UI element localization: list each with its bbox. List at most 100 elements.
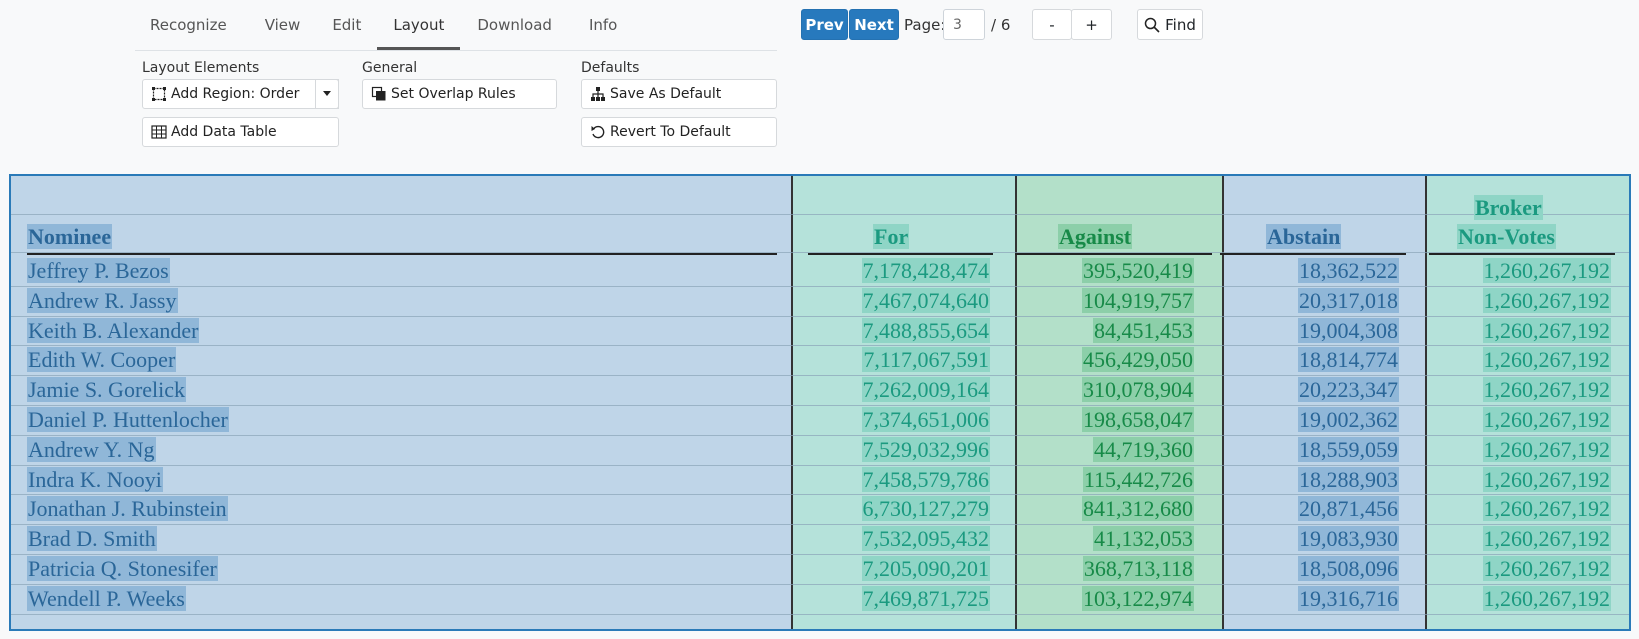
table-cell-abstain: 18,362,522: [1298, 258, 1399, 283]
table-cell-against: 103,122,974: [1082, 586, 1194, 611]
zoom-out-button[interactable]: -: [1032, 9, 1072, 40]
table-cell-for: 7,117,067,591: [862, 347, 990, 372]
table-cell-abstain: 20,317,018: [1298, 288, 1399, 313]
header-rule-nominee: [27, 253, 777, 255]
add-region-button[interactable]: Add Region: Order: [142, 79, 339, 109]
table-cell-broker: 1,260,267,192: [1482, 347, 1611, 372]
revert-to-default-label: Revert To Default: [610, 124, 731, 140]
row-guide-line: [11, 375, 1629, 376]
row-guide-line: [11, 345, 1629, 346]
table-cell-nominee: Andrew R. Jassy: [27, 288, 178, 313]
sitemap-icon: [591, 87, 605, 101]
row-guide-line: [11, 554, 1629, 555]
find-label: Find: [1165, 15, 1196, 34]
find-button[interactable]: Find: [1137, 9, 1203, 40]
table-cell-abstain: 20,871,456: [1298, 496, 1399, 521]
row-guide-line: [11, 405, 1629, 406]
row-guide-line: [11, 584, 1629, 585]
group-label-defaults: Defaults: [581, 60, 640, 76]
set-overlap-rules-button[interactable]: Set Overlap Rules: [362, 79, 557, 109]
table-cell-for: 7,205,090,201: [861, 556, 990, 581]
row-guide-line: [11, 316, 1629, 317]
table-cell-broker: 1,260,267,192: [1482, 467, 1611, 492]
table-cell-against: 456,429,050: [1082, 347, 1194, 372]
revert-to-default-button[interactable]: Revert To Default: [581, 117, 777, 147]
group-label-layout-elements: Layout Elements: [142, 60, 260, 76]
header-broker: Broker: [1474, 195, 1543, 220]
add-data-table-button[interactable]: Add Data Table: [142, 117, 339, 147]
next-page-button[interactable]: Next: [849, 9, 899, 40]
row-guide-line: [11, 494, 1629, 495]
table-cell-nominee: Andrew Y. Ng: [27, 437, 156, 462]
table-cell-abstain: 19,004,308: [1298, 318, 1399, 343]
table-cell-against: 115,442,726: [1082, 467, 1194, 492]
table-cell-abstain: 20,223,347: [1298, 377, 1399, 402]
table-cell-nominee: Keith B. Alexander: [27, 318, 200, 343]
table-cell-nominee: Jeffrey P. Bezos: [27, 258, 170, 283]
tab-recognize[interactable]: Recognize: [150, 0, 227, 50]
table-cell-against: 41,132,053: [1093, 526, 1194, 551]
add-data-table-label: Add Data Table: [171, 124, 277, 140]
search-icon: [1144, 17, 1160, 33]
header-for: For: [873, 224, 910, 249]
row-guide-line: [11, 614, 1629, 615]
tab-download[interactable]: Download: [477, 0, 552, 50]
table-cell-broker: 1,260,267,192: [1482, 496, 1611, 521]
table-cell-broker: 1,260,267,192: [1482, 318, 1611, 343]
save-as-default-button[interactable]: Save As Default: [581, 79, 777, 109]
table-cell-broker: 1,260,267,192: [1482, 377, 1611, 402]
table-cell-abstain: 18,288,903: [1298, 467, 1399, 492]
zoom-in-button[interactable]: +: [1071, 9, 1112, 40]
header-rule-for: [808, 253, 993, 255]
page-number-input[interactable]: [943, 9, 985, 40]
row-guide-line: [11, 465, 1629, 466]
tab-layout[interactable]: Layout: [377, 0, 461, 50]
table-cell-against: 395,520,419: [1082, 258, 1194, 283]
header-against: Against: [1058, 224, 1133, 249]
table-cell-for: 7,374,651,006: [861, 407, 990, 432]
tab-info[interactable]: Info: [589, 0, 617, 50]
table-cell-nominee: Jamie S. Gorelick: [27, 377, 187, 402]
header-rule-broker: [1429, 253, 1615, 255]
table-icon: [151, 125, 167, 139]
table-cell-for: 7,458,579,786: [861, 467, 990, 492]
table-cell-for: 7,529,032,996: [861, 437, 990, 462]
table-cell-nominee: Indra K. Nooyi: [27, 467, 163, 492]
page-label: Page:: [904, 16, 946, 34]
table-cell-nominee: Edith W. Cooper: [27, 347, 177, 372]
table-cell-broker: 1,260,267,192: [1482, 437, 1611, 462]
prev-page-button[interactable]: Prev: [801, 9, 848, 40]
header-rule-abstain: [1220, 253, 1406, 255]
save-as-default-label: Save As Default: [610, 86, 722, 102]
table-cell-abstain: 19,083,930: [1298, 526, 1399, 551]
header-nominee: Nominee: [27, 224, 113, 249]
table-cell-for: 6,730,127,279: [861, 496, 990, 521]
table-cell-for: 7,532,095,432: [861, 526, 990, 551]
row-guide-line: [11, 286, 1629, 287]
add-region-dropdown-button[interactable]: [315, 79, 339, 109]
add-region-label: Add Region: Order: [171, 86, 300, 102]
tab-view[interactable]: View: [265, 0, 301, 50]
undo-icon: [591, 125, 605, 139]
page-total: / 6: [991, 16, 1011, 34]
table-cell-nominee: Patricia Q. Stonesifer: [27, 556, 218, 581]
table-cell-nominee: Jonathan J. Rubinstein: [27, 496, 228, 521]
table-cell-broker: 1,260,267,192: [1482, 526, 1611, 551]
table-cell-for: 7,469,871,725: [861, 586, 990, 611]
table-cell-against: 104,919,757: [1082, 288, 1194, 313]
table-cell-for: 7,178,428,474: [861, 258, 990, 283]
ribbon-tabs: Recognize View Edit Layout Download Info: [135, 0, 777, 51]
region-icon: [152, 87, 166, 101]
row-guide-line: [11, 214, 1629, 215]
table-cell-for: 7,262,009,164: [861, 377, 990, 402]
table-cell-nominee: Wendell P. Weeks: [27, 586, 186, 611]
table-cell-abstain: 18,508,096: [1298, 556, 1399, 581]
tab-edit[interactable]: Edit: [332, 0, 361, 50]
group-label-general: General: [362, 60, 418, 76]
table-cell-for: 7,467,074,640: [861, 288, 990, 313]
table-cell-nominee: Daniel P. Huttenlocher: [27, 407, 229, 432]
header-rule-against: [1015, 253, 1212, 255]
document-table-region[interactable]: Nominee For Against Abstain Broker Non-V…: [9, 174, 1631, 631]
table-cell-abstain: 18,814,774: [1298, 347, 1399, 372]
table-cell-against: 841,312,680: [1082, 496, 1194, 521]
